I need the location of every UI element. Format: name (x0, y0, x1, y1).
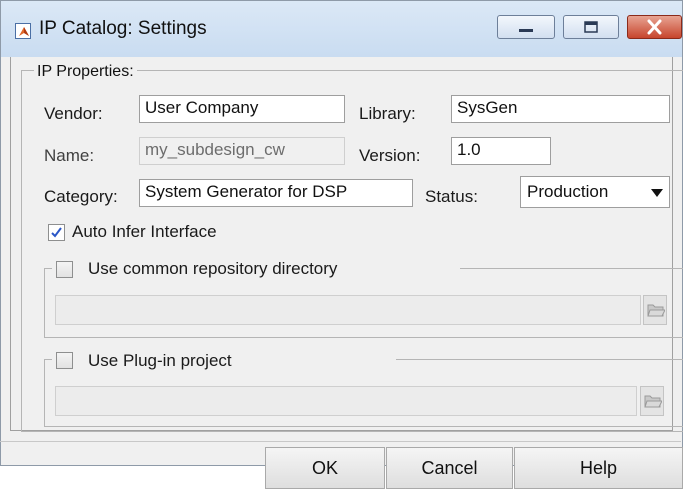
vendor-field[interactable]: User Company (139, 95, 345, 123)
help-button[interactable]: Help (514, 447, 683, 489)
status-value: Production (527, 182, 609, 201)
folder-icon (647, 304, 665, 317)
auto-infer-checkbox[interactable] (48, 224, 65, 241)
common-repo-checkbox[interactable] (56, 261, 73, 278)
plugin-project-checkbox[interactable] (56, 352, 73, 369)
minimize-icon (519, 29, 533, 32)
maximize-button[interactable] (563, 15, 619, 39)
category-field[interactable]: System Generator for DSP (139, 179, 413, 207)
button-bar-separator (0, 441, 681, 442)
version-field[interactable]: 1.0 (451, 137, 551, 165)
name-field: my_subdesign_cw (139, 137, 345, 165)
plugin-project-label: Use Plug-in project (88, 351, 232, 370)
cancel-button[interactable]: Cancel (386, 447, 513, 489)
common-repo-browse-button (643, 295, 667, 325)
library-label: Library: (359, 104, 416, 123)
common-repo-label: Use common repository directory (88, 259, 338, 278)
chevron-down-icon (651, 189, 663, 197)
title-bar[interactable]: IP Catalog: Settings (1, 1, 682, 57)
ip-properties-title: IP Properties: (34, 63, 137, 81)
close-button[interactable] (627, 15, 682, 39)
minimize-button[interactable] (497, 15, 555, 39)
common-repo-path-field (55, 295, 641, 325)
matlab-icon (15, 23, 31, 39)
status-label: Status: (425, 187, 478, 206)
library-field[interactable]: SysGen (451, 95, 670, 123)
name-label: Name: (44, 146, 95, 165)
maximize-icon (584, 21, 598, 33)
auto-infer-label: Auto Infer Interface (72, 222, 217, 241)
plugin-project-browse-button (640, 386, 664, 416)
category-label: Category: (44, 187, 118, 206)
ok-button[interactable]: OK (265, 447, 385, 489)
close-icon (647, 19, 662, 35)
vendor-label: Vendor: (44, 104, 103, 123)
status-select[interactable]: Production (520, 176, 670, 208)
folder-icon (644, 395, 662, 408)
checkmark-icon (51, 227, 62, 238)
version-label: Version: (359, 146, 421, 165)
plugin-project-path-field (55, 386, 637, 416)
window-title: IP Catalog: Settings (39, 18, 207, 39)
